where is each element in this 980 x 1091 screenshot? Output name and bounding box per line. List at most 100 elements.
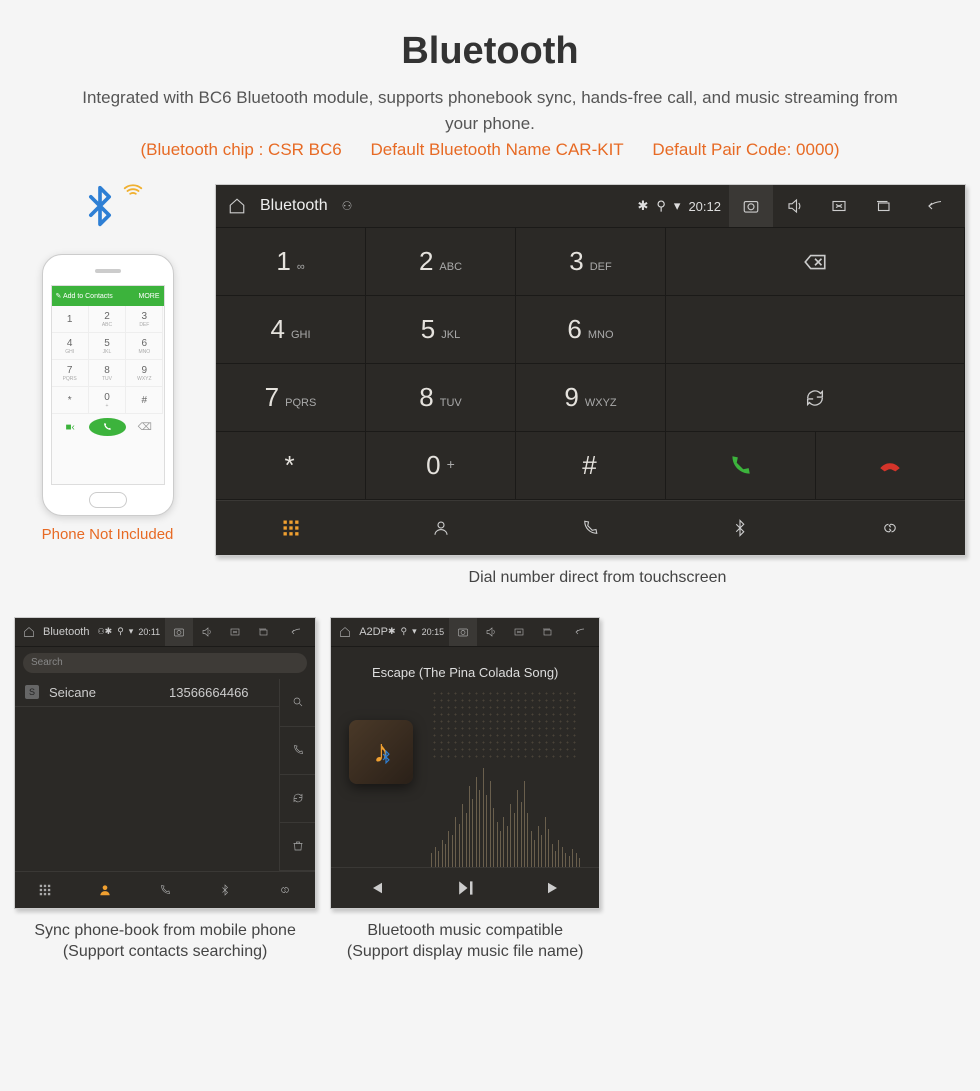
gps-icon: ⚲ (117, 626, 124, 637)
tab-bluetooth[interactable] (665, 501, 815, 555)
close-button[interactable] (505, 618, 533, 646)
caption-contacts: Sync phone-book from mobile phone(Suppor… (14, 921, 316, 963)
screenshot-button[interactable] (165, 618, 193, 646)
caption-music: Bluetooth music compatible(Support displ… (330, 921, 600, 963)
back-button[interactable] (905, 185, 965, 227)
contact-badge: S (25, 685, 39, 699)
hangup-button[interactable] (816, 432, 966, 500)
spec-line: (Bluetooth chip : CSR BC6 Default Blueto… (0, 140, 980, 160)
tab-pair[interactable] (815, 501, 965, 555)
tab-calllog[interactable] (516, 501, 666, 555)
clock: 20:11 (138, 627, 160, 637)
clock: 20:15 (422, 627, 445, 637)
phone-backspace-icon: ⌫ (126, 414, 163, 440)
playpause-button[interactable] (421, 868, 510, 908)
home-icon[interactable] (228, 197, 246, 215)
bluetooth-icon (78, 184, 138, 244)
tab-pair[interactable] (255, 872, 315, 908)
spec-code: Default Pair Code: 0000) (652, 140, 839, 159)
close-button[interactable] (817, 185, 861, 227)
recent-button[interactable] (249, 618, 277, 646)
phone-not-included: Phone Not Included (0, 526, 215, 543)
recent-button[interactable] (533, 618, 561, 646)
wifi-icon (122, 180, 144, 202)
phone-key-9[interactable]: 9WXYZ (126, 360, 163, 387)
visualizer-bars (431, 747, 579, 867)
home-icon[interactable] (23, 626, 35, 638)
volume-button[interactable] (773, 185, 817, 227)
tab-bluetooth[interactable] (195, 872, 255, 908)
phone-key-2[interactable]: 2ABC (89, 306, 126, 333)
app-title: Bluetooth (43, 626, 89, 638)
phone-more: MORE (139, 293, 160, 300)
dial-key-7[interactable]: 7PQRS (216, 364, 366, 432)
phone-key-5[interactable]: 5JKL (89, 333, 126, 360)
bt-status-icon: ✱ (105, 626, 113, 637)
recent-button[interactable] (861, 185, 905, 227)
album-art: ♪ (349, 720, 413, 784)
screenshot-button[interactable] (449, 618, 477, 646)
dial-key-3[interactable]: 3DEF (516, 228, 666, 296)
phone-key-6[interactable]: 6MNO (126, 333, 163, 360)
tab-dialpad[interactable] (15, 872, 75, 908)
tab-dialpad[interactable] (216, 501, 366, 555)
tab-contacts[interactable] (366, 501, 516, 555)
dial-key-4[interactable]: 4GHI (216, 296, 366, 364)
contact-name: Seicane (49, 685, 159, 700)
dial-key-6[interactable]: 6MNO (516, 296, 666, 364)
app-title: Bluetooth (260, 197, 328, 215)
spec-chip: (Bluetooth chip : CSR BC6 (140, 140, 341, 159)
song-title: Escape (The Pina Colada Song) (372, 665, 558, 680)
music-note-icon: ♪ (373, 733, 389, 770)
dial-key-1[interactable]: 1∞ (216, 228, 366, 296)
backspace-button[interactable] (666, 228, 965, 296)
phone-key-1[interactable]: 1 (52, 306, 89, 333)
phone-key-*[interactable]: * (52, 387, 89, 414)
dial-key-0[interactable]: 0+ (366, 432, 516, 500)
search-input[interactable]: Search (23, 653, 307, 673)
side-search-button[interactable] (279, 679, 315, 727)
page-subtitle: Integrated with BC6 Bluetooth module, su… (80, 85, 900, 136)
tab-calllog[interactable] (135, 872, 195, 908)
phone-key-0[interactable]: 0+ (89, 387, 126, 414)
side-sync-button[interactable] (279, 775, 315, 823)
call-button[interactable] (666, 432, 816, 500)
dial-key-5[interactable]: 5JKL (366, 296, 516, 364)
back-button[interactable] (277, 618, 315, 646)
side-call-button[interactable] (279, 727, 315, 775)
headunit-music: A2DP ✱ ⚲ ▾ 20:15 Escape (The Pina Cola (330, 617, 600, 909)
spec-name: Default Bluetooth Name CAR-KIT (370, 140, 623, 159)
tab-contacts[interactable] (75, 872, 135, 908)
dial-key-#[interactable]: # (516, 432, 666, 500)
volume-button[interactable] (477, 618, 505, 646)
phone-call-icon (89, 414, 126, 440)
prev-button[interactable] (331, 868, 420, 908)
phone-key-#[interactable]: # (126, 387, 163, 414)
dial-key-8[interactable]: 8TUV (366, 364, 516, 432)
phone-key-3[interactable]: 3DEF (126, 306, 163, 333)
next-button[interactable] (510, 868, 599, 908)
app-title: A2DP (359, 626, 388, 638)
headunit-contacts: Bluetooth ⚇ ✱ ⚲ ▾ 20:11 Search (14, 617, 316, 909)
dial-key-9[interactable]: 9WXYZ (516, 364, 666, 432)
volume-button[interactable] (193, 618, 221, 646)
contact-row[interactable]: S Seicane 13566664466 (15, 679, 279, 707)
empty (666, 296, 965, 364)
gps-icon: ⚲ (656, 198, 666, 214)
close-button[interactable] (221, 618, 249, 646)
back-button[interactable] (561, 618, 599, 646)
dial-key-*[interactable]: * (216, 432, 366, 500)
dial-key-2[interactable]: 2ABC (366, 228, 516, 296)
clock: 20:12 (688, 199, 721, 214)
phone-key-8[interactable]: 8TUV (89, 360, 126, 387)
home-icon[interactable] (339, 626, 351, 638)
bt-status-icon: ✱ (388, 626, 396, 637)
usb-icon: ⚇ (342, 199, 353, 213)
wifi-status-icon: ▾ (129, 626, 134, 637)
side-delete-button[interactable] (279, 823, 315, 871)
phone-key-4[interactable]: 4GHI (52, 333, 89, 360)
wifi-status-icon: ▾ (674, 198, 681, 214)
sync-button[interactable] (666, 364, 965, 432)
screenshot-button[interactable] (729, 185, 773, 227)
phone-key-7[interactable]: 7PQRS (52, 360, 89, 387)
